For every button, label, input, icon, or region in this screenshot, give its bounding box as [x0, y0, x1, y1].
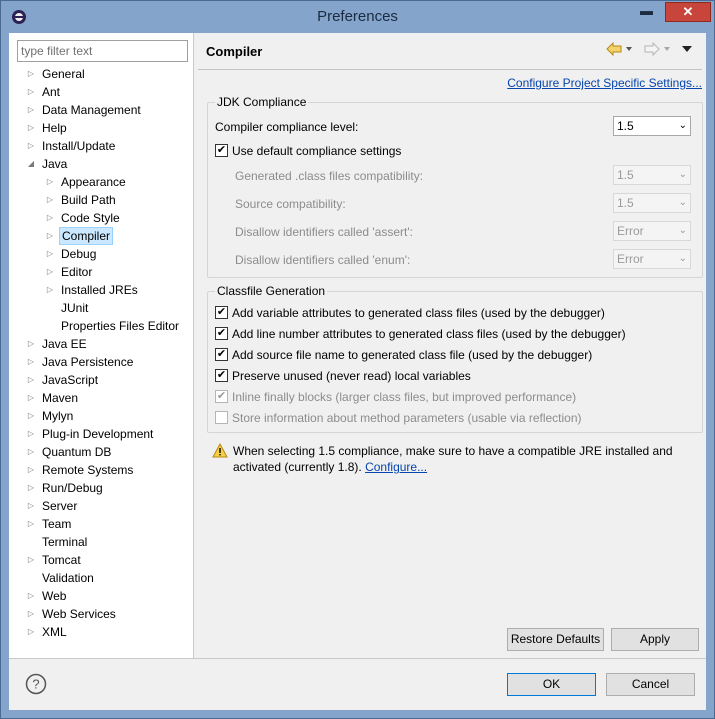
checkbox-checked[interactable]: ✔ — [215, 348, 228, 361]
classfile-generation-group: Classfile Generation ✔ Add variable attr… — [207, 284, 703, 433]
expand-arrow-icon[interactable]: ▷ — [26, 371, 36, 389]
expand-arrow-icon[interactable]: ▷ — [26, 335, 36, 353]
checkbox-checked[interactable]: ✔ — [215, 144, 228, 157]
chevron-down-icon: ⌄ — [678, 253, 687, 264]
expand-arrow-icon[interactable]: ▷ — [26, 479, 36, 497]
expand-arrow-icon[interactable]: ▷ — [26, 587, 36, 605]
expand-arrow-icon[interactable]: ▷ — [45, 227, 55, 245]
expand-arrow-icon[interactable]: ▷ — [26, 551, 36, 569]
back-menu-chevron-down-icon[interactable] — [624, 42, 634, 56]
generated-compat-label: Generated .class files compatibility: — [235, 169, 424, 183]
page-title: Compiler — [206, 44, 263, 59]
compliance-warning-text-2: activated (currently 1.8). Configure... — [233, 460, 428, 474]
disallow-enum-label: Disallow identifiers called 'enum': — [235, 253, 411, 267]
source-compat-select[interactable]: 1.5 ⌄ — [613, 193, 691, 213]
expand-arrow-icon[interactable]: ▷ — [26, 623, 36, 641]
expand-arrow-icon[interactable]: ▷ — [26, 461, 36, 479]
disallow-assert-label: Disallow identifiers called 'assert': — [235, 225, 413, 239]
checkbox-checked-disabled[interactable]: ✔ — [215, 390, 228, 403]
source-compat-label: Source compatibility: — [235, 197, 346, 211]
expand-arrow-icon[interactable]: ▷ — [26, 83, 36, 101]
chevron-down-icon: ⌄ — [678, 225, 687, 236]
chevron-down-icon: ⌄ — [678, 120, 687, 131]
expand-arrow-icon[interactable]: ▷ — [26, 443, 36, 461]
minimize-icon: ▬ — [640, 3, 653, 18]
expand-arrow-icon[interactable]: ▷ — [45, 173, 55, 191]
close-button[interactable]: ✕ — [665, 2, 711, 22]
disallow-assert-select[interactable]: Error ⌄ — [613, 221, 691, 241]
configure-jre-link[interactable]: Configure... — [365, 460, 427, 474]
chevron-down-icon: ⌄ — [678, 197, 687, 208]
expand-arrow-icon[interactable]: ▷ — [45, 281, 55, 299]
close-icon: ✕ — [682, 4, 694, 19]
footer-separator — [9, 658, 706, 659]
filter-input[interactable]: type filter text — [17, 40, 188, 62]
forward-arrow-icon[interactable] — [644, 42, 660, 56]
checkbox-checked[interactable]: ✔ — [215, 306, 228, 319]
view-menu-chevron-down-icon[interactable] — [681, 42, 693, 56]
compiler-page: Compiler Configure Project Specific Sett… — [194, 33, 706, 658]
expand-arrow-icon[interactable]: ▷ — [26, 497, 36, 515]
compliance-level-label: Compiler compliance level: — [215, 120, 359, 134]
svg-text:?: ? — [32, 677, 39, 692]
group-title: Classfile Generation — [215, 284, 328, 298]
minimize-button[interactable]: ▬ — [633, 2, 660, 22]
expand-arrow-icon[interactable]: ▷ — [26, 137, 36, 155]
warning-icon — [212, 443, 228, 458]
restore-defaults-button[interactable]: Restore Defaults — [507, 628, 604, 651]
expand-arrow-icon[interactable]: ▷ — [26, 407, 36, 425]
preferences-window: Preferences ▬ ✕ type filter text ▷ Genera… — [0, 0, 715, 719]
help-icon[interactable]: ? — [25, 673, 47, 695]
jdk-compliance-group: JDK Compliance Compiler compliance level… — [207, 95, 703, 278]
title-bar[interactable]: Preferences ▬ ✕ — [1, 1, 714, 33]
expand-arrow-icon[interactable]: ▷ — [26, 605, 36, 623]
compliance-level-select[interactable]: 1.5 ⌄ — [613, 116, 691, 136]
expand-arrow-icon[interactable]: ▷ — [45, 263, 55, 281]
checkbox-checked[interactable]: ✔ — [215, 369, 228, 382]
title-separator — [198, 69, 702, 70]
apply-button[interactable]: Apply — [611, 628, 699, 651]
expand-arrow-icon[interactable]: ▷ — [26, 389, 36, 407]
checkbox-unchecked-disabled[interactable] — [215, 411, 228, 424]
generated-compat-select[interactable]: 1.5 ⌄ — [613, 165, 691, 185]
checkbox-checked[interactable]: ✔ — [215, 327, 228, 340]
expand-arrow-icon[interactable]: ▷ — [26, 119, 36, 137]
window-title: Preferences — [317, 8, 398, 25]
preference-tree-pane: type filter text ▷ General ▷ Ant ▷ Data Man… — [9, 33, 194, 658]
collapse-arrow-icon[interactable]: ◢ — [26, 155, 36, 173]
back-arrow-icon[interactable] — [606, 42, 622, 56]
expand-arrow-icon[interactable]: ▷ — [26, 65, 36, 83]
group-title: JDK Compliance — [215, 95, 309, 109]
configure-project-settings-link[interactable]: Configure Project Specific Settings... — [507, 74, 702, 92]
expand-arrow-icon[interactable]: ▷ — [26, 425, 36, 443]
cancel-button[interactable]: Cancel — [606, 673, 695, 696]
ok-button[interactable]: OK — [507, 673, 596, 696]
disallow-enum-select[interactable]: Error ⌄ — [613, 249, 691, 269]
dialog-body: type filter text ▷ General ▷ Ant ▷ Data Man… — [9, 33, 706, 710]
expand-arrow-icon[interactable]: ▷ — [26, 353, 36, 371]
expand-arrow-icon[interactable]: ▷ — [26, 515, 36, 533]
forward-menu-chevron-down-icon[interactable] — [662, 42, 672, 56]
expand-arrow-icon[interactable]: ▷ — [45, 209, 55, 227]
expand-arrow-icon[interactable]: ▷ — [45, 191, 55, 209]
expand-arrow-icon[interactable]: ▷ — [45, 245, 55, 263]
expand-arrow-icon[interactable]: ▷ — [26, 101, 36, 119]
chevron-down-icon: ⌄ — [678, 169, 687, 180]
